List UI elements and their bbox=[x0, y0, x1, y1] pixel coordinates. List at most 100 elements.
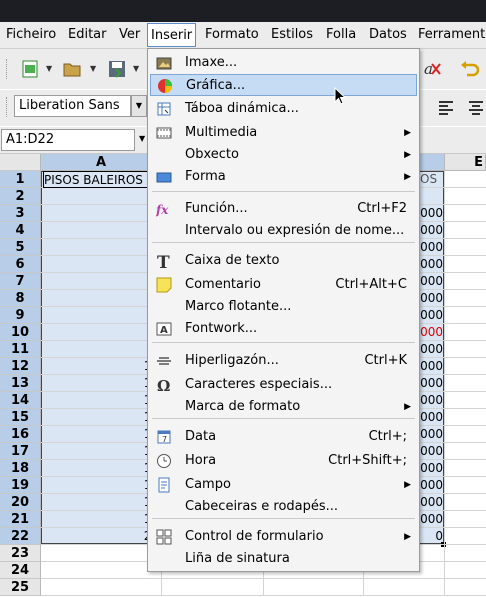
row-header[interactable]: 21 bbox=[0, 511, 41, 528]
cell-d1[interactable]: OS bbox=[420, 171, 444, 188]
row-header[interactable]: 24 bbox=[0, 562, 41, 579]
row-header[interactable]: 9 bbox=[0, 307, 41, 324]
toolbar-grip[interactable] bbox=[6, 97, 10, 117]
menu-datos[interactable]: Datos bbox=[369, 26, 407, 44]
toolbar-grip[interactable] bbox=[6, 59, 10, 79]
menu-item-control-de-formulario[interactable]: Control de formulario ▶ bbox=[150, 526, 417, 548]
select-all-corner[interactable] bbox=[0, 154, 41, 171]
column-header-a[interactable]: A bbox=[41, 154, 162, 171]
undo-icon[interactable] bbox=[459, 59, 479, 79]
row-header[interactable]: 8 bbox=[0, 290, 41, 307]
menu-item-hora[interactable]: Hora Ctrl+Shift+; bbox=[150, 450, 417, 472]
menu-inserir[interactable]: Inserir bbox=[147, 23, 197, 47]
menu-folla[interactable]: Folla bbox=[326, 26, 356, 44]
menu-ver[interactable]: Ver bbox=[119, 26, 140, 44]
row-header[interactable]: 7 bbox=[0, 273, 41, 290]
cell-a[interactable]: 3 bbox=[41, 239, 159, 256]
font-name-dropdown-icon[interactable]: ▼ bbox=[131, 95, 147, 117]
menu-item-fontwork[interactable]: A Fontwork... bbox=[150, 318, 417, 340]
row-header[interactable]: 11 bbox=[0, 341, 41, 358]
cell-a[interactable]: 17 bbox=[41, 477, 159, 494]
menu-item-gráfica[interactable]: Gráfica... bbox=[150, 74, 417, 96]
open-dropdown-icon[interactable]: ▼ bbox=[90, 64, 96, 73]
align-left-icon[interactable] bbox=[436, 98, 456, 118]
row-header[interactable]: 15 bbox=[0, 409, 41, 426]
row-header[interactable]: 19 bbox=[0, 477, 41, 494]
menu-item-marca-de-formato[interactable]: Marca de formato ▶ bbox=[150, 396, 417, 418]
new-dropdown-icon[interactable]: ▼ bbox=[46, 64, 52, 73]
row-header[interactable]: 10 bbox=[0, 324, 41, 341]
cell-a[interactable]: 10 bbox=[41, 358, 159, 375]
cell-a[interactable]: 14 bbox=[41, 426, 159, 443]
save-dropdown-icon[interactable]: ▼ bbox=[133, 64, 139, 73]
cell-a[interactable]: 9 bbox=[41, 341, 159, 358]
row-header[interactable]: 17 bbox=[0, 443, 41, 460]
row-header[interactable]: 1 bbox=[0, 171, 41, 188]
row-header[interactable]: 25 bbox=[0, 579, 41, 596]
cell-a[interactable]: 19 bbox=[41, 511, 159, 528]
row-header[interactable]: 18 bbox=[0, 460, 41, 477]
row-header[interactable]: 6 bbox=[0, 256, 41, 273]
cell-a[interactable]: 4 bbox=[41, 256, 159, 273]
row-header[interactable]: 13 bbox=[0, 375, 41, 392]
menu-item-multimedia[interactable]: Multimedia ▶ bbox=[150, 122, 417, 144]
cell-a[interactable]: 13 bbox=[41, 409, 159, 426]
cell-a[interactable]: 15 bbox=[41, 443, 159, 460]
row-header[interactable]: 3 bbox=[0, 205, 41, 222]
row-header[interactable]: 23 bbox=[0, 545, 41, 562]
menu-ficheiro[interactable]: Ficheiro bbox=[6, 26, 56, 44]
menu-item-forma[interactable]: Forma ▶ bbox=[150, 166, 417, 188]
row-header[interactable]: 2 bbox=[0, 188, 41, 205]
menu-formato[interactable]: Formato bbox=[205, 26, 259, 44]
submenu-arrow-icon: ▶ bbox=[404, 150, 411, 160]
comment-icon bbox=[156, 277, 172, 293]
new-spreadsheet-icon[interactable] bbox=[20, 59, 40, 79]
menu-item-comentario[interactable]: Comentario Ctrl+Alt+C bbox=[150, 274, 417, 296]
row-header[interactable]: 22 bbox=[0, 528, 41, 545]
name-box-dropdown-icon[interactable]: ▼ bbox=[139, 134, 145, 143]
menu-item-táboa-dinámica[interactable]: Táboa dinámica... bbox=[150, 98, 417, 120]
cell-a[interactable]: 11 bbox=[41, 375, 159, 392]
row-header[interactable]: 16 bbox=[0, 426, 41, 443]
cell-a[interactable]: 16 bbox=[41, 460, 159, 477]
cell-a[interactable]: 8 bbox=[41, 324, 159, 341]
row-header[interactable]: 12 bbox=[0, 358, 41, 375]
submenu-arrow-icon: ▶ bbox=[404, 480, 411, 490]
save-icon[interactable] bbox=[107, 59, 127, 79]
cell-a[interactable]: 12 bbox=[41, 392, 159, 409]
menu-ferramentas[interactable]: Ferrament bbox=[418, 26, 485, 44]
menu-item-hiperligazón[interactable]: Hiperligazón... Ctrl+K bbox=[150, 350, 417, 372]
row-header[interactable]: 20 bbox=[0, 494, 41, 511]
align-center-icon[interactable] bbox=[466, 98, 486, 118]
cell-a[interactable]: 18 bbox=[41, 494, 159, 511]
open-folder-icon[interactable] bbox=[62, 59, 82, 79]
row-header[interactable]: 4 bbox=[0, 222, 41, 239]
menu-item-cabeceiras-e-rodapés[interactable]: Cabeceiras e rodapés... bbox=[150, 496, 417, 518]
cell-a[interactable]: 1 bbox=[41, 205, 159, 222]
menu-estilos[interactable]: Estilos bbox=[271, 26, 313, 44]
font-name-field[interactable]: Liberation Sans bbox=[14, 95, 131, 117]
column-header-e[interactable]: E bbox=[445, 154, 486, 171]
cell-a[interactable]: 2 bbox=[41, 222, 159, 239]
menu-item-liña-de-sinatura[interactable]: Liña de sinatura bbox=[150, 548, 417, 570]
menu-editar[interactable]: Editar bbox=[68, 26, 107, 44]
cell-a[interactable]: 7 bbox=[41, 307, 159, 324]
menu-item-data[interactable]: 7 Data Ctrl+; bbox=[150, 426, 417, 448]
cell-a1[interactable]: PISOS BALEIROS bbox=[43, 171, 162, 188]
menu-item-intervalo-ou-expresión-de-nome[interactable]: Intervalo ou expresión de nome... bbox=[150, 220, 417, 242]
cell-a[interactable]: 5 bbox=[41, 273, 159, 290]
cell-a[interactable]: 6 bbox=[41, 290, 159, 307]
menu-item-imaxe[interactable]: Imaxe... bbox=[150, 52, 417, 74]
menu-item-campo[interactable]: Campo ▶ bbox=[150, 474, 417, 496]
name-box[interactable]: A1:D22 bbox=[1, 129, 135, 151]
cell-a[interactable]: 20 bbox=[41, 528, 159, 545]
menu-item-caracteres-especiais[interactable]: Ω Caracteres especiais... bbox=[150, 374, 417, 396]
menu-item-función[interactable]: fx Función... Ctrl+F2 bbox=[150, 198, 417, 220]
menu-item-marco-flotante[interactable]: Marco flotante... bbox=[150, 296, 417, 318]
clear-formatting-icon[interactable]: a bbox=[422, 59, 442, 79]
title-bar bbox=[0, 0, 486, 22]
row-header[interactable]: 14 bbox=[0, 392, 41, 409]
menu-item-caixa-de-texto[interactable]: T Caixa de texto bbox=[150, 250, 417, 272]
menu-item-obxecto[interactable]: Obxecto ▶ bbox=[150, 144, 417, 166]
row-header[interactable]: 5 bbox=[0, 239, 41, 256]
